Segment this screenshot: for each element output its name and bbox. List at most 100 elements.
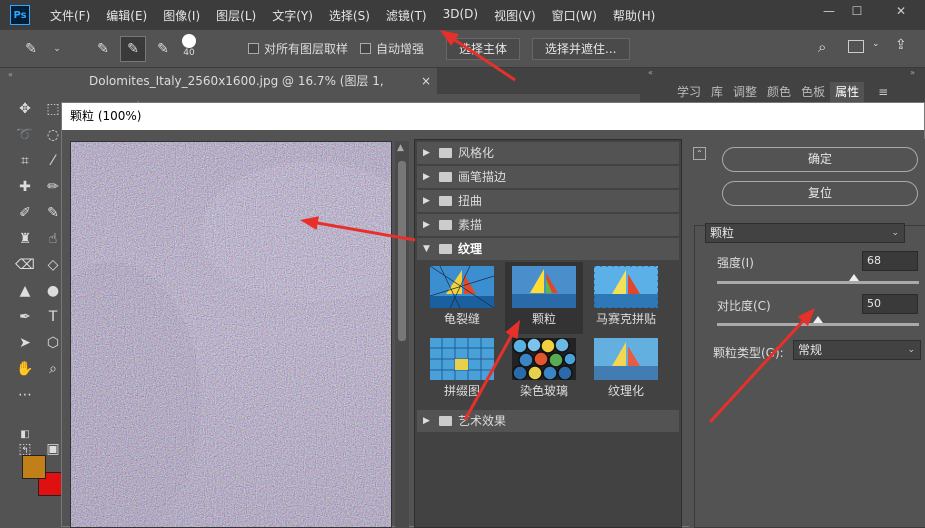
menu-item-2[interactable]: 图像(I) (163, 7, 200, 24)
filter-thumb-label: 纹理化 (607, 384, 644, 398)
collapsed-arrow-icon: ▶ (423, 196, 430, 206)
brush-tool-icon[interactable]: ✐ (14, 202, 36, 224)
select-and-mask-button[interactable]: 选择并遮住... (532, 37, 630, 60)
menu-item-4[interactable]: 文字(Y) (272, 7, 313, 24)
share-icon[interactable]: ⇪ (895, 37, 907, 53)
folder-icon (439, 244, 452, 254)
eraser-tool-icon[interactable]: ⌫ (14, 254, 36, 276)
filter-thumb[interactable]: 颗粒 (505, 262, 583, 334)
menu-item-3[interactable]: 图层(L) (216, 7, 256, 24)
more-tools-icon[interactable]: ⋯ (14, 384, 36, 406)
add-to-selection-icon[interactable]: ✎ (120, 35, 146, 62)
panel-collapse-icon[interactable]: « (8, 70, 13, 79)
scroll-thumb[interactable] (398, 161, 406, 341)
category-item[interactable]: ▶ 素描 (417, 214, 679, 236)
collapsed-arrow-icon: ▶ (423, 172, 430, 182)
menu-item-1[interactable]: 编辑(E) (106, 7, 147, 24)
move-tool-icon[interactable]: ✥ (14, 98, 36, 120)
stamp-tool-icon[interactable]: ♜ (14, 228, 36, 250)
minimize-button[interactable]: — (818, 4, 840, 22)
subtract-selection-icon[interactable]: ✎ (150, 36, 176, 62)
maximize-button[interactable]: ☐ (846, 4, 868, 22)
filter-thumb[interactable]: 纹理化 (587, 334, 665, 406)
foreground-color-swatch[interactable] (22, 455, 46, 479)
panel-expand-icon[interactable]: « (648, 68, 653, 77)
intensity-label: 强度(I) (717, 256, 754, 270)
collapse-gallery-icon[interactable]: ⌃ (693, 147, 706, 160)
filter-thumb-label: 马赛克拼贴 (595, 312, 656, 326)
filter-preview[interactable] (70, 141, 392, 528)
brush-tip-icon (182, 34, 196, 48)
chevron-down-icon: ⌄ (907, 345, 915, 355)
auto-enhance-label: 自动增强 (376, 42, 425, 56)
preview-scrollbar[interactable]: ▲ (395, 141, 409, 528)
right-tab-4[interactable]: 色板 (796, 82, 830, 104)
crop-tool-icon[interactable]: ⌗ (14, 150, 36, 172)
select-subject-button[interactable]: 选择主体 (446, 37, 521, 60)
right-tab-2[interactable]: 调整 (728, 82, 762, 104)
workspace-chevron-icon[interactable]: ⌄ (872, 39, 880, 49)
ok-button[interactable]: 确定 (722, 147, 918, 172)
search-icon[interactable]: ⌕ (818, 38, 826, 56)
right-tab-3[interactable]: 颜色 (762, 82, 796, 104)
contrast-slider[interactable] (717, 323, 919, 326)
quick-select-preset-icon[interactable]: ✎ (18, 36, 44, 62)
filter-thumb-label: 染色玻璃 (519, 384, 568, 398)
menu-item-0[interactable]: 文件(F) (50, 7, 90, 24)
category-texture[interactable]: ▼ 纹理 (417, 238, 679, 260)
reset-button[interactable]: 复位 (722, 181, 918, 206)
lasso-tool-icon[interactable]: ➰ (14, 124, 36, 146)
document-tab-close-icon[interactable]: × (421, 68, 431, 94)
chevron-down-icon: ⌄ (891, 228, 899, 238)
filter-thumb[interactable]: 染色玻璃 (505, 334, 583, 406)
new-selection-icon[interactable]: ✎ (90, 36, 116, 62)
document-tab[interactable]: Dolomites_Italy_2560x1600.jpg @ 16.7% (图… (77, 68, 437, 114)
panel-collapse-icon-right[interactable]: » (910, 68, 915, 77)
filter-thumb[interactable]: 龟裂缝 (423, 262, 501, 334)
menu-item-9[interactable]: 窗口(W) (552, 7, 597, 24)
right-tab-list: 学习库调整 颜色 色板 属性 (672, 82, 865, 104)
brush-size-picker[interactable]: 40 (174, 34, 204, 58)
filter-thumb-label: 拼缀图 (443, 384, 480, 398)
chevron-down-icon[interactable]: ⌄ (44, 36, 70, 62)
menu-items: 文件(F) 编辑(E) 图像(I) 图层(L) 文字(Y) 选择(S) 滤镜(T) 3D(D)… (50, 7, 671, 24)
scroll-up-icon[interactable]: ▲ (397, 143, 404, 153)
sample-all-layers-label: 对所有图层取样 (264, 42, 349, 56)
intensity-input[interactable]: 68 (862, 251, 918, 271)
menu-item-5[interactable]: 选择(S) (329, 7, 370, 24)
menu-item-10[interactable]: 帮助(H) (613, 7, 655, 24)
gradient-tool-icon[interactable]: ▲ (14, 280, 36, 302)
category-item[interactable]: ▶ 画笔描边 (417, 166, 679, 188)
menu-item-8[interactable]: 视图(V) (494, 7, 536, 24)
path-select-tool-icon[interactable]: ➤ (14, 332, 36, 354)
right-tab-0[interactable]: 学习 (672, 82, 706, 104)
right-tab-5[interactable]: 属性 (830, 82, 865, 104)
tools-panel: « ✥ ⬚ ➰ ⌗ ✚ ✐ ♜ ⌫ ▲ ✒ ➤ ✋ ⋯ ◌ ⁄ ✏ ✎ ☝ ◇ … (0, 68, 70, 527)
category-item[interactable]: ▶ 艺术效果 (417, 410, 679, 432)
grain-type-select[interactable]: 常规 ⌄ (793, 340, 921, 360)
category-item[interactable]: ▶ 扭曲 (417, 190, 679, 212)
sample-all-layers-checkbox[interactable]: 对所有图层取样 (248, 40, 348, 57)
contrast-input[interactable]: 50 (862, 294, 918, 314)
menu-item-6[interactable]: 滤镜(T) (386, 7, 427, 24)
brush-size-value: 40 (183, 48, 195, 58)
category-item[interactable]: ▶ 风格化 (417, 142, 679, 164)
panel-menu-icon[interactable]: ≡ (878, 82, 888, 104)
filter-thumb[interactable]: 马赛克拼贴 (587, 262, 665, 334)
right-tab-1[interactable]: 库 (706, 82, 728, 104)
pen-tool-icon[interactable]: ✒ (14, 306, 36, 328)
auto-enhance-checkbox[interactable]: 自动增强 (360, 40, 424, 57)
hand-tool-icon[interactable]: ✋ (14, 358, 36, 380)
close-window-button[interactable]: ✕ (890, 4, 912, 22)
menu-item-7[interactable]: 3D(D) (443, 7, 478, 24)
filter-select[interactable]: 颗粒 ⌄ (705, 223, 905, 243)
intensity-slider-handle[interactable] (849, 274, 860, 281)
contrast-slider-handle[interactable] (813, 316, 823, 323)
filter-list: ▶ 风格化 ▶ 画笔描边 ▶ 扭曲 ▶ 素描 ▼ 纹理 龟裂缝 颗粒 马赛克拼贴 拼缀图 染色玻璃 纹理… (414, 139, 682, 528)
intensity-slider[interactable] (717, 281, 919, 284)
category-label: 风格化 (458, 146, 495, 160)
filter-thumb[interactable]: 拼缀图 (423, 334, 501, 406)
healing-tool-icon[interactable]: ✚ (14, 176, 36, 198)
workspace-icon[interactable] (848, 40, 864, 53)
filter-gallery-dialog: 颗粒 (100%) ▲ ▶ 风格化 ▶ 画笔描边 ▶ 扭曲 ▶ 素描 ▼ 纹理 … (61, 102, 925, 528)
